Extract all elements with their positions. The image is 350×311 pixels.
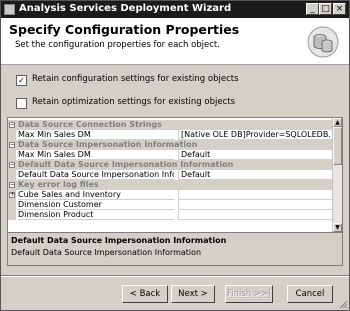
next-button[interactable]: Next >	[171, 285, 215, 303]
row-gutter	[8, 150, 16, 160]
property-value[interactable]: Default	[178, 150, 337, 160]
retain-configuration-checkbox[interactable]: ✓	[16, 75, 27, 86]
collapse-icon[interactable]: −	[9, 182, 15, 188]
row-gutter	[8, 210, 16, 220]
cancel-button[interactable]: Cancel	[287, 285, 333, 303]
description-title: Default Data Source Impersonation Inform…	[11, 236, 227, 245]
description-text: Default Data Source Impersonation Inform…	[11, 248, 202, 257]
property-name: Max Min Sales DM	[18, 150, 174, 160]
property-value[interactable]: Default	[178, 170, 337, 180]
grid-scrollbar[interactable]: ▲ ▼	[332, 118, 342, 232]
property-value[interactable]	[178, 200, 337, 210]
category-key-error-log-files[interactable]: − Key error log files	[8, 180, 334, 190]
category-label: Data Source Connection Strings	[18, 120, 162, 129]
collapse-icon[interactable]: −	[9, 122, 15, 128]
property-grid[interactable]: − Data Source Connection Strings Max Min…	[7, 117, 343, 233]
wizard-header: Specify Configuration Properties Set the…	[1, 18, 349, 65]
collapse-icon[interactable]: −	[9, 142, 15, 148]
deployment-wizard-window: Analysis Services Deployment Wizard _ □ …	[0, 0, 350, 311]
property-value[interactable]	[178, 190, 337, 200]
property-name: Dimension Customer	[18, 200, 174, 210]
category-label: Key error log files	[18, 180, 99, 189]
close-button[interactable]: ×	[333, 3, 346, 15]
back-button[interactable]: < Back	[122, 285, 168, 303]
row-gutter	[8, 170, 16, 180]
property-value[interactable]	[178, 210, 337, 220]
category-impersonation-information[interactable]: − Data Source Impersonation Information	[8, 140, 334, 150]
window-title: Analysis Services Deployment Wizard	[19, 3, 232, 14]
expand-icon[interactable]: +	[9, 192, 15, 198]
property-name: Dimension Product	[18, 210, 174, 220]
category-default-impersonation[interactable]: − Default Data Source Impersonation Info…	[8, 160, 334, 170]
property-name: Default Data Source Impersonation Inform…	[18, 170, 174, 180]
database-icon	[307, 26, 339, 58]
property-row[interactable]: Dimension Customer	[8, 200, 337, 210]
property-row[interactable]: Dimension Product	[8, 210, 337, 220]
property-value[interactable]: [Native OLE DB]Provider=SQLOLEDB.1;Data …	[178, 130, 337, 140]
retain-optimization-label: Retain optimization settings for existin…	[32, 97, 236, 107]
category-label: Data Source Impersonation Information	[18, 140, 198, 149]
collapse-icon[interactable]: −	[9, 162, 15, 168]
finish-button[interactable]: Finish >>|	[225, 285, 273, 303]
maximize-button[interactable]: □	[319, 3, 332, 15]
retain-configuration-label: Retain configuration settings for existi…	[32, 74, 239, 84]
app-icon	[4, 4, 15, 15]
resize-grip-icon[interactable]	[338, 299, 348, 309]
page-title: Specify Configuration Properties	[9, 22, 240, 37]
property-row[interactable]: Max Min Sales DM Default	[8, 150, 337, 160]
description-pane: Default Data Source Impersonation Inform…	[7, 233, 343, 266]
property-row[interactable]: Default Data Source Impersonation Inform…	[8, 170, 337, 180]
title-bar[interactable]: Analysis Services Deployment Wizard _ □ …	[1, 1, 349, 18]
property-row[interactable]: Max Min Sales DM [Native OLE DB]Provider…	[8, 130, 337, 140]
button-separator	[1, 275, 349, 277]
category-connection-strings[interactable]: − Data Source Connection Strings	[8, 120, 334, 130]
scroll-down-icon[interactable]: ▼	[333, 223, 342, 232]
page-subtitle: Set the configuration properties for eac…	[15, 40, 220, 50]
row-gutter	[8, 130, 16, 140]
category-label: Default Data Source Impersonation Inform…	[18, 160, 234, 169]
scroll-thumb[interactable]	[333, 127, 342, 165]
property-row[interactable]: + Cube Sales and Inventory	[8, 190, 337, 200]
property-name: Max Min Sales DM	[18, 130, 174, 140]
property-name: Cube Sales and Inventory	[18, 190, 174, 200]
minimize-button[interactable]: _	[306, 3, 319, 15]
retain-optimization-checkbox[interactable]	[16, 98, 27, 109]
row-gutter	[8, 200, 16, 210]
scroll-up-icon[interactable]: ▲	[333, 118, 342, 127]
